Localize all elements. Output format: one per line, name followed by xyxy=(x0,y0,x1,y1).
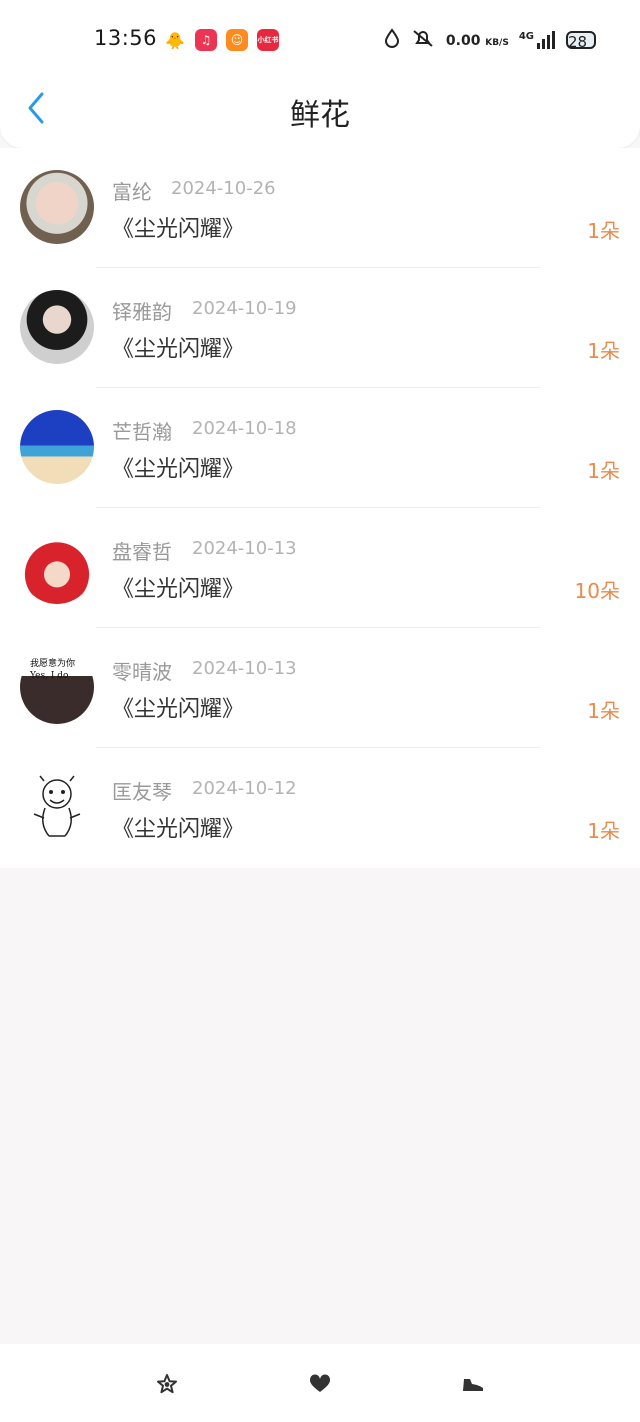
avatar-caption-line2: Yes, I do xyxy=(30,671,69,681)
heart-icon[interactable] xyxy=(308,1372,332,1396)
tiger-sketch-icon xyxy=(33,775,81,837)
gift-count: 1朵 xyxy=(587,339,620,363)
nickname: 芒哲瀚 xyxy=(112,420,172,444)
gift-name: 《尘光闪耀》 xyxy=(112,817,245,842)
network-speed: 0.00 KB/S xyxy=(446,33,509,48)
xiaohongshu-app-icon: 小红书 xyxy=(257,29,279,51)
music-app-icon: ♫ xyxy=(195,29,217,51)
gift-date: 2024-10-13 xyxy=(192,538,297,559)
list-item[interactable]: 芒哲瀚 2024-10-18 《尘光闪耀》 1朵 xyxy=(0,388,640,508)
gift-count: 10朵 xyxy=(574,579,620,603)
gift-count: 1朵 xyxy=(587,819,620,843)
mute-bell-icon xyxy=(410,28,436,52)
nickname: 盘睿哲 xyxy=(112,540,172,564)
gift-name: 《尘光闪耀》 xyxy=(112,337,245,362)
gift-name: 《尘光闪耀》 xyxy=(112,697,245,722)
bottom-nav-bar xyxy=(0,1344,640,1422)
gift-list: 富纶 2024-10-26 《尘光闪耀》 1朵 铎雅韵 2024-10-19 《… xyxy=(0,148,640,868)
avatar[interactable] xyxy=(20,530,94,604)
gift-date: 2024-10-26 xyxy=(171,178,276,199)
avatar[interactable] xyxy=(20,170,94,244)
list-item[interactable]: 铎雅韵 2024-10-19 《尘光闪耀》 1朵 xyxy=(0,268,640,388)
avatar[interactable]: 我愿意为你 Yes, I do xyxy=(20,650,94,724)
gift-date: 2024-10-19 xyxy=(192,298,297,319)
shoe-icon[interactable] xyxy=(461,1372,485,1396)
system-icons: 0.00 KB/S 4G 28 xyxy=(384,28,596,52)
nickname: 匡友琴 xyxy=(112,780,172,804)
list-item[interactable]: 盘睿哲 2024-10-13 《尘光闪耀》 10朵 xyxy=(0,508,640,628)
avatar[interactable] xyxy=(20,410,94,484)
list-item[interactable]: 我愿意为你 Yes, I do 零晴波 2024-10-13 《尘光闪耀》 1朵 xyxy=(0,628,640,748)
battery-icon: 28 xyxy=(566,31,596,51)
avatar-caption-line1: 我愿意为你 xyxy=(30,659,76,669)
avatar-caption: 我愿意为你 Yes, I do xyxy=(30,658,75,682)
gift-count: 1朵 xyxy=(587,699,620,723)
net-speed-value: 0.00 xyxy=(445,32,481,49)
net-speed-unit: KB/S xyxy=(485,37,509,48)
page-title: 鲜花 xyxy=(290,98,350,133)
water-drop-icon xyxy=(384,28,400,52)
star-icon[interactable] xyxy=(155,1372,179,1396)
gift-date: 2024-10-13 xyxy=(192,658,297,679)
notification-app-icon: 🐥 xyxy=(164,29,186,51)
taobao-app-icon: ☺ xyxy=(226,29,248,51)
battery-level: 28 xyxy=(568,33,588,51)
list-item[interactable]: 富纶 2024-10-26 《尘光闪耀》 1朵 xyxy=(0,148,640,268)
nickname: 零晴波 xyxy=(112,660,172,684)
gift-date: 2024-10-18 xyxy=(192,418,297,439)
avatar[interactable] xyxy=(20,770,94,844)
gift-count: 1朵 xyxy=(587,219,620,243)
gift-name: 《尘光闪耀》 xyxy=(112,577,245,602)
list-item[interactable]: 匡友琴 2024-10-12 《尘光闪耀》 1朵 xyxy=(0,748,640,868)
nickname: 富纶 xyxy=(112,180,152,204)
avatar[interactable] xyxy=(20,290,94,364)
signal-type: 4G xyxy=(518,31,534,42)
signal-icon: 4G xyxy=(519,31,556,49)
status-time: 13:56 xyxy=(94,26,158,50)
header: 鲜花 xyxy=(0,66,640,148)
nickname: 铎雅韵 xyxy=(112,300,172,324)
gift-count: 1朵 xyxy=(587,459,620,483)
gift-name: 《尘光闪耀》 xyxy=(112,217,245,242)
gift-date: 2024-10-12 xyxy=(192,778,297,799)
gift-name: 《尘光闪耀》 xyxy=(112,457,245,482)
